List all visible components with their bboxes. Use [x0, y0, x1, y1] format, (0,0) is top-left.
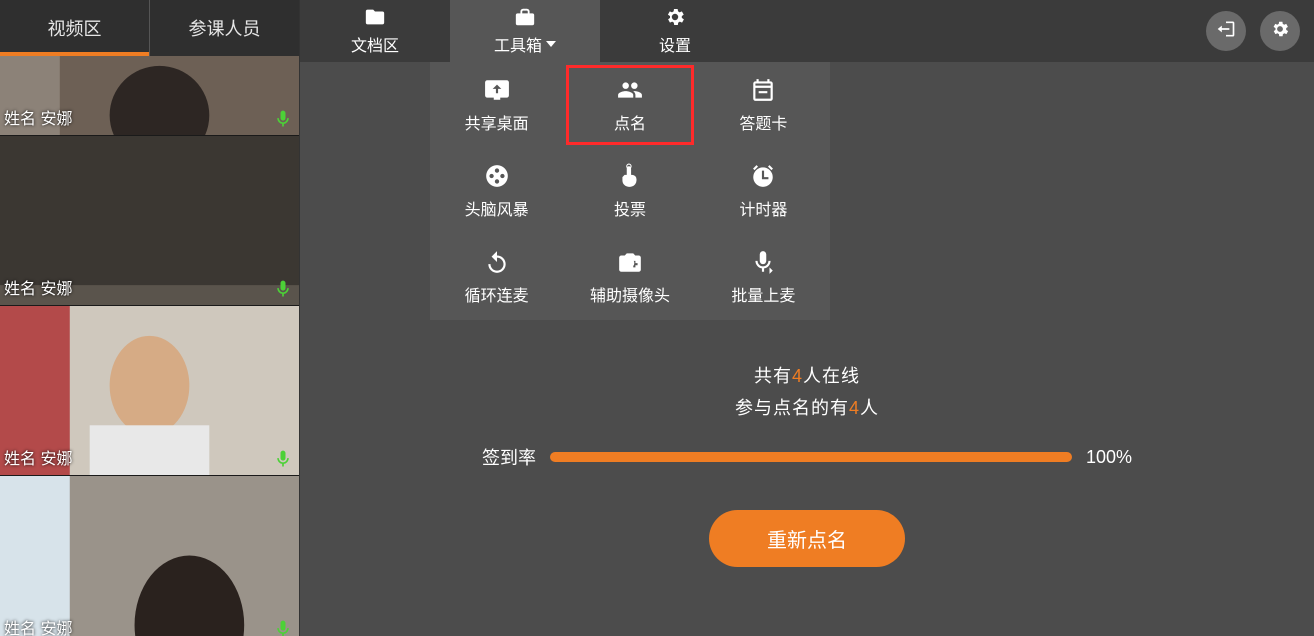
video-thumbnail	[0, 476, 299, 636]
participant-name: 姓名 安娜	[4, 445, 72, 469]
sidebar-tab-video[interactable]: 视频区	[0, 0, 149, 56]
people-icon	[617, 76, 643, 104]
toolbox-icon	[514, 6, 536, 28]
tool-dropdown: 共享桌面 点名 答题卡 头脑风暴 投票 计时器	[430, 62, 830, 320]
sidebar-tab-participants[interactable]: 参课人员	[150, 0, 299, 56]
participant-name: 姓名 安娜	[4, 275, 72, 299]
mic-on-icon	[273, 449, 293, 469]
hand-tap-icon	[617, 162, 643, 190]
tool-timer[interactable]: 计时器	[697, 148, 830, 234]
video-cell[interactable]: 姓名 安娜	[0, 476, 299, 636]
tool-label: 答题卡	[739, 110, 787, 134]
toolbar-tools[interactable]: 工具箱	[450, 0, 600, 62]
chevron-down-icon	[546, 41, 556, 47]
tool-aux-camera[interactable]: 辅助摄像头	[563, 234, 696, 320]
gear-icon	[1270, 19, 1290, 44]
top-toolbar: 文档区 工具箱 设置	[300, 0, 1314, 62]
rollcall-progress-row: 签到率 100%	[482, 444, 1132, 470]
mic-on-icon	[273, 619, 293, 636]
tool-answer-card[interactable]: 答题卡	[697, 62, 830, 148]
gear-icon	[664, 6, 686, 28]
toolbar-docs[interactable]: 文档区	[300, 0, 450, 62]
toolbar-label: 设置	[659, 32, 691, 56]
tool-vote[interactable]: 投票	[563, 148, 696, 234]
folder-icon	[364, 6, 386, 28]
progress-percent: 100%	[1086, 447, 1132, 468]
toolbar-label: 工具箱	[494, 32, 542, 56]
calendar-icon	[750, 76, 776, 104]
progress-label: 签到率	[482, 444, 536, 470]
tool-label: 批量上麦	[731, 282, 795, 306]
toolbar-label: 文档区	[351, 32, 399, 56]
tool-loop-mic[interactable]: 循环连麦	[430, 234, 563, 320]
tool-label: 共享桌面	[465, 110, 529, 134]
tool-label: 循环连麦	[465, 282, 529, 306]
rollcall-participated-line: 参与点名的有4人	[735, 394, 879, 420]
exit-icon	[1216, 19, 1236, 44]
toolbar-settings[interactable]: 设置	[600, 0, 750, 62]
mic-on-icon	[273, 279, 293, 299]
screen-share-icon	[484, 76, 510, 104]
alarm-icon	[750, 162, 776, 190]
tool-label: 头脑风暴	[465, 196, 529, 220]
rollcall-online-line: 共有4人在线	[754, 362, 860, 388]
tool-rollcall[interactable]: 点名	[563, 62, 696, 148]
tool-bulk-mic[interactable]: 批量上麦	[697, 234, 830, 320]
tool-share-desktop[interactable]: 共享桌面	[430, 62, 563, 148]
tool-label: 投票	[614, 196, 646, 220]
main-area: 文档区 工具箱 设置	[300, 0, 1314, 636]
video-cell[interactable]: 姓名 安娜	[0, 136, 299, 306]
tool-label: 计时器	[739, 196, 787, 220]
mic-on-icon	[273, 109, 293, 129]
refresh-icon	[484, 248, 510, 276]
tool-label: 辅助摄像头	[590, 282, 670, 306]
sidebar: 视频区 参课人员 姓名 安娜	[0, 0, 300, 636]
video-list: 姓名 安娜 姓名 安娜	[0, 56, 299, 636]
participant-name: 姓名 安娜	[4, 105, 72, 129]
settings-round-button[interactable]	[1260, 11, 1300, 51]
video-cell[interactable]: 姓名 安娜	[0, 306, 299, 476]
exit-button[interactable]	[1206, 11, 1246, 51]
sidebar-tab-label: 视频区	[48, 15, 102, 41]
sidebar-tabs: 视频区 参课人员	[0, 0, 299, 56]
retake-rollcall-button[interactable]: 重新点名	[709, 510, 905, 567]
film-icon	[484, 162, 510, 190]
rollcall-panel: 共有4人在线 参与点名的有4人 签到率 100% 重新点名	[482, 362, 1132, 567]
participant-name: 姓名 安娜	[4, 615, 72, 636]
tool-brainstorm[interactable]: 头脑风暴	[430, 148, 563, 234]
sidebar-tab-label: 参课人员	[189, 15, 261, 41]
camera-plus-icon	[617, 248, 643, 276]
video-cell[interactable]: 姓名 安娜	[0, 56, 299, 136]
progress-bar	[550, 452, 1072, 462]
mic-bulk-icon	[750, 248, 776, 276]
tool-label: 点名	[614, 110, 646, 134]
